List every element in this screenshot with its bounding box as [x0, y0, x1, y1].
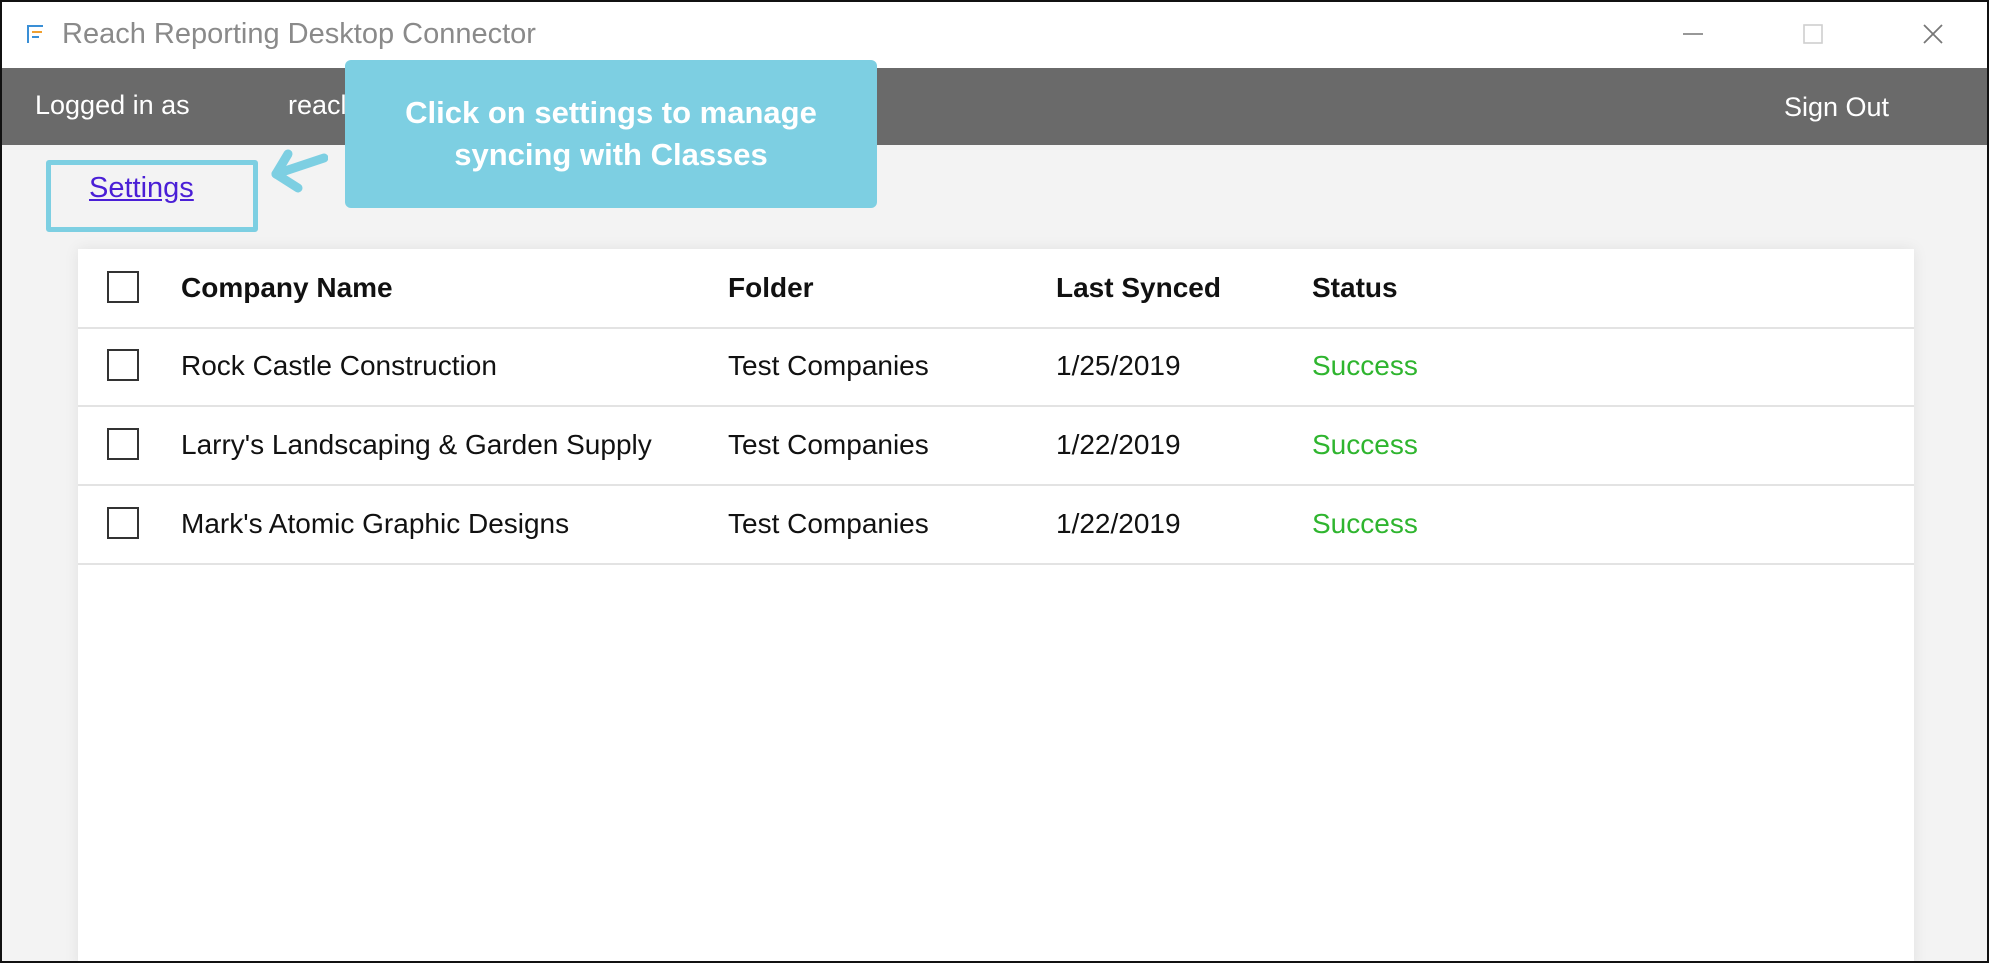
tooltip-callout: Click on settings to manage syncing with… — [345, 60, 877, 208]
username: reacl — [288, 90, 347, 120]
table-row[interactable]: Rock Castle Construction Test Companies … — [78, 327, 1914, 407]
folder: Test Companies — [728, 508, 929, 539]
column-header-status[interactable]: Status — [1312, 249, 1398, 327]
minimize-icon — [1683, 33, 1703, 35]
window-title: Reach Reporting Desktop Connector — [62, 18, 536, 50]
row-checkbox[interactable] — [107, 428, 139, 460]
column-header-last-synced[interactable]: Last Synced — [1056, 249, 1221, 327]
last-synced: 1/25/2019 — [1056, 350, 1181, 381]
close-button[interactable] — [1908, 14, 1958, 54]
select-all-checkbox[interactable] — [107, 271, 139, 303]
minimize-button[interactable] — [1668, 14, 1718, 54]
company-name: Larry's Landscaping & Garden Supply — [181, 429, 652, 460]
company-name: Rock Castle Construction — [181, 350, 497, 381]
last-synced: 1/22/2019 — [1056, 429, 1181, 460]
app-logo-icon — [27, 25, 43, 43]
logged-in-label: Logged in as — [35, 90, 190, 120]
company-name: Mark's Atomic Graphic Designs — [181, 508, 570, 539]
table-row[interactable]: Mark's Atomic Graphic Designs Test Compa… — [78, 485, 1914, 565]
column-header-folder[interactable]: Folder — [728, 249, 814, 327]
last-synced: 1/22/2019 — [1056, 508, 1181, 539]
app-window: Reach Reporting Desktop Connector Logged… — [0, 0, 1989, 963]
sign-out-button[interactable]: Sign Out — [1784, 92, 1889, 123]
account-header: Logged in as reacl Sign Out — [2, 68, 1987, 145]
close-icon — [1923, 24, 1943, 44]
title-bar: Reach Reporting Desktop Connector — [2, 2, 1987, 68]
table-header-row: Company Name Folder Last Synced Status — [78, 249, 1914, 329]
callout-line-2: syncing with Classes — [454, 137, 768, 172]
maximize-button[interactable] — [1788, 14, 1838, 54]
status: Success — [1312, 429, 1418, 460]
callout-arrow-icon — [271, 149, 328, 193]
folder: Test Companies — [728, 350, 929, 381]
status: Success — [1312, 350, 1418, 381]
settings-link[interactable]: Settings — [89, 172, 194, 205]
table-row[interactable]: Larry's Landscaping & Garden Supply Test… — [78, 406, 1914, 486]
callout-line-1: Click on settings to manage — [405, 95, 817, 130]
status: Success — [1312, 508, 1418, 539]
row-checkbox[interactable] — [107, 507, 139, 539]
folder: Test Companies — [728, 429, 929, 460]
row-checkbox[interactable] — [107, 349, 139, 381]
maximize-icon — [1803, 24, 1823, 44]
column-header-company[interactable]: Company Name — [181, 249, 393, 327]
companies-table: Company Name Folder Last Synced Status R… — [78, 249, 1914, 961]
